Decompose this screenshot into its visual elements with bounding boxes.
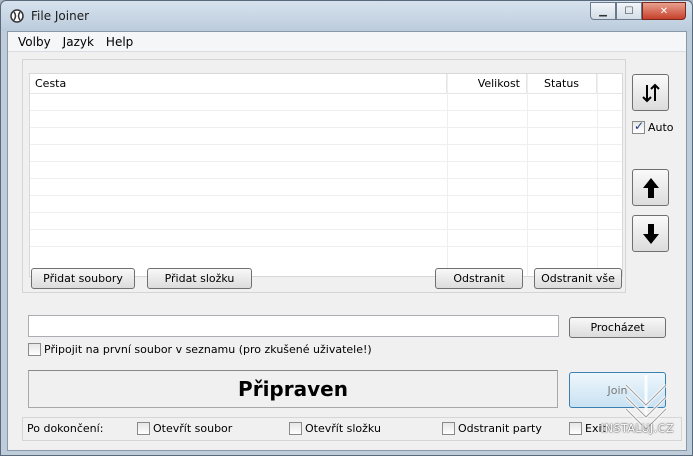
maximize-button[interactable]: ☐ xyxy=(616,2,642,20)
list-row xyxy=(30,196,622,213)
arrow-down-icon xyxy=(642,223,659,244)
after-finish-bar: Po dokončení: Otevřít soubor Otevřít slo… xyxy=(22,417,682,441)
add-files-button[interactable]: Přidat soubory xyxy=(31,268,135,289)
open-file-checkbox[interactable] xyxy=(137,422,150,435)
arrow-up-icon xyxy=(642,177,659,198)
open-file-label: Otevřít soubor xyxy=(153,422,233,435)
list-header: Cesta Velikost Status xyxy=(30,74,622,94)
caption-buttons: ▁ ☐ ✕ xyxy=(590,2,686,20)
exit-checkbox[interactable] xyxy=(569,422,582,435)
column-status[interactable]: Status xyxy=(527,74,597,94)
append-checkbox[interactable] xyxy=(28,343,41,356)
menu-bar: Volby Jazyk Help xyxy=(8,32,686,52)
client-area: Volby Jazyk Help Cesta Velikost Status P… xyxy=(7,31,687,451)
title-bar[interactable]: File Joiner ▁ ☐ ✕ xyxy=(1,1,692,31)
append-label: Připojit na první soubor v seznamu (pro … xyxy=(44,343,372,356)
list-row xyxy=(30,128,622,145)
sort-arrows-icon xyxy=(641,83,660,102)
list-row xyxy=(30,179,622,196)
column-path[interactable]: Cesta xyxy=(30,74,447,94)
output-path-input[interactable] xyxy=(28,315,559,337)
close-button[interactable]: ✕ xyxy=(642,2,686,20)
file-list-panel: Cesta Velikost Status Přidat soubory Při… xyxy=(22,59,626,293)
auto-label: Auto xyxy=(648,121,674,134)
list-row xyxy=(30,162,622,179)
sort-button[interactable] xyxy=(632,74,669,111)
add-folder-button[interactable]: Přidat složku xyxy=(147,268,252,289)
menu-jazyk[interactable]: Jazyk xyxy=(57,35,100,49)
list-row xyxy=(30,94,622,111)
menu-volby[interactable]: Volby xyxy=(12,35,57,49)
auto-checkbox[interactable] xyxy=(632,119,645,134)
after-finish-label: Po dokončení: xyxy=(27,422,104,435)
open-folder-checkbox[interactable] xyxy=(289,422,302,435)
move-down-button[interactable] xyxy=(632,215,669,252)
remove-all-button[interactable]: Odstranit vše xyxy=(534,268,622,289)
delete-parts-checkbox[interactable] xyxy=(442,422,455,435)
append-checkbox-row[interactable]: Připojit na první soubor v seznamu (pro … xyxy=(28,343,372,356)
remove-button[interactable]: Odstranit xyxy=(435,268,523,289)
browse-button[interactable]: Procházet xyxy=(569,317,666,338)
list-row xyxy=(30,145,622,162)
minimize-button[interactable]: ▁ xyxy=(590,2,616,20)
column-spacer xyxy=(597,74,622,94)
window-title: File Joiner xyxy=(31,9,90,23)
column-size[interactable]: Velikost xyxy=(447,74,527,94)
open-folder-label: Otevřít složku xyxy=(305,422,381,435)
status-text: Připraven xyxy=(238,377,348,401)
menu-help[interactable]: Help xyxy=(100,35,139,49)
status-box: Připraven xyxy=(28,370,558,408)
app-window: File Joiner ▁ ☐ ✕ Volby Jazyk Help Cesta… xyxy=(0,0,693,456)
auto-checkbox-row[interactable]: Auto xyxy=(632,119,674,134)
list-row xyxy=(30,111,622,128)
watermark-text: INSTALUJ.CZ xyxy=(601,422,674,435)
delete-parts-label: Odstranit party xyxy=(458,422,542,435)
list-row xyxy=(30,230,622,247)
open-file-option[interactable]: Otevřít soubor xyxy=(137,422,232,435)
delete-parts-option[interactable]: Odstranit party xyxy=(442,422,542,435)
file-list[interactable]: Cesta Velikost Status xyxy=(29,73,623,277)
list-row xyxy=(30,213,622,230)
maximize-icon: ☐ xyxy=(624,5,634,17)
open-folder-option[interactable]: Otevřít složku xyxy=(289,422,381,435)
minimize-icon: ▁ xyxy=(599,5,607,17)
app-icon xyxy=(10,9,24,23)
close-icon: ✕ xyxy=(659,5,669,17)
move-up-button[interactable] xyxy=(632,169,669,206)
